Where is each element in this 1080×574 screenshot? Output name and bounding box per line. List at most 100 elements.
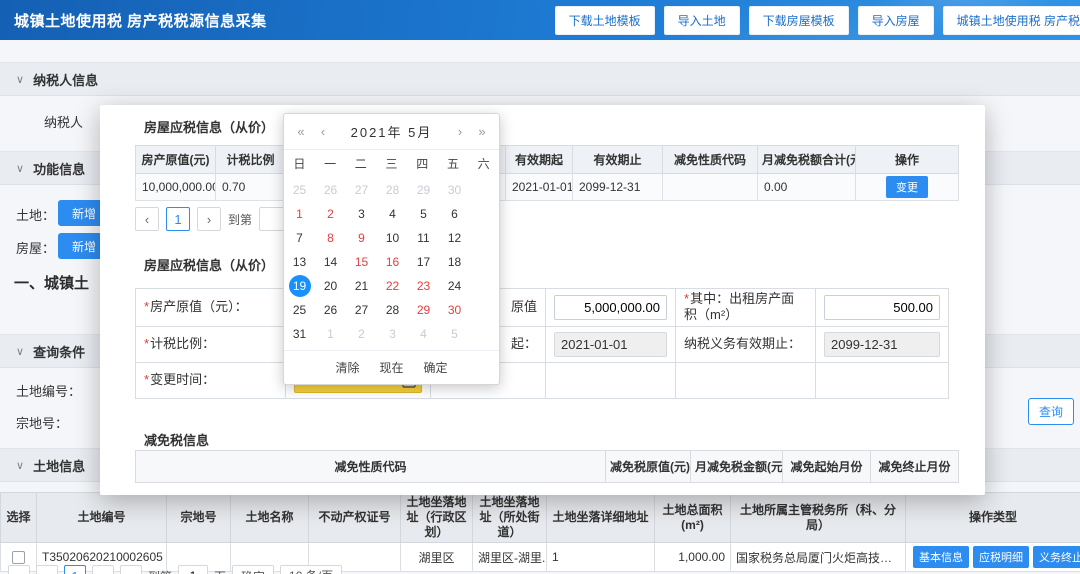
calendar-title[interactable]: 2021年 5月 <box>338 122 445 141</box>
prev-month-button[interactable]: ‹ <box>316 124 330 139</box>
calendar-day[interactable]: 5 <box>408 202 439 226</box>
calendar-day[interactable]: 29 <box>408 298 439 322</box>
app-root: 城镇土地使用税 房产税税源信息采集 下载土地模板 导入土地 下载房屋模板 导入房屋 城镇… <box>0 0 1080 574</box>
rent-value-input[interactable] <box>554 294 667 320</box>
rent-area-input[interactable] <box>824 294 940 320</box>
calendar-day[interactable]: 30 <box>439 298 470 322</box>
calendar-day[interactable]: 16 <box>377 250 408 274</box>
last-page-button[interactable]: » <box>120 565 142 574</box>
calendar-day[interactable]: 15 <box>346 250 377 274</box>
goto-confirm-button[interactable]: 确定 <box>232 565 275 574</box>
calendar-day[interactable]: 3 <box>346 202 377 226</box>
current-page-button[interactable]: 1 <box>166 207 190 231</box>
header-action-button[interactable]: 导入土地 <box>663 5 740 35</box>
row-action-button[interactable]: 应税明细 <box>973 546 1029 568</box>
taxpayer-label: 纳税人 <box>44 115 84 130</box>
row-action-button[interactable]: 基本信息 <box>913 546 969 568</box>
calendar-day[interactable]: 26 <box>315 178 346 202</box>
calendar-day[interactable]: 3 <box>377 322 408 346</box>
per-page-select[interactable]: 10 条/页 <box>280 565 343 574</box>
date-picker-popup: « ‹ 2021年 5月 › » 日一二三四五六 25 26 27 28 29 30 1 2 3… <box>283 113 500 385</box>
cell-valid-end: 2099-12-31 <box>572 173 663 201</box>
calendar-day[interactable]: 24 <box>439 274 470 298</box>
row-action-button[interactable]: 义务终止 <box>1033 546 1080 568</box>
calendar-day[interactable]: 17 <box>408 250 439 274</box>
header-action-button[interactable]: 下载土地模板 <box>554 5 655 35</box>
section-function-label: 功能信息 <box>33 161 86 177</box>
calendar-day[interactable]: 20 <box>315 274 346 298</box>
weekday-label: 五 <box>446 156 459 171</box>
calendar-day[interactable]: 14 <box>315 250 346 274</box>
calendar-day[interactable]: 13 <box>284 250 315 274</box>
calendar-day[interactable]: 22 <box>377 274 408 298</box>
calendar-day[interactable]: 2 <box>315 202 346 226</box>
cell-detail-address: 1 <box>546 542 655 572</box>
calendar-day[interactable]: 10 <box>377 226 408 250</box>
calendar-day[interactable]: 28 <box>377 298 408 322</box>
header-action-button[interactable]: 城镇土地使用税 房产税申报 <box>942 5 1080 35</box>
next-page-button[interactable]: › <box>197 207 221 231</box>
calendar-day[interactable]: 11 <box>408 226 439 250</box>
calendar-day[interactable]: 5 <box>439 322 470 346</box>
calendar-day[interactable]: 29 <box>408 178 439 202</box>
next-page-button[interactable]: › <box>92 565 114 574</box>
list-table-header-cell: 减免性质代码 <box>662 145 758 174</box>
house-tax-form-table: *房产原值（元）： 原值 *其中：出租房产面积（m²） *计税比例： 起： 20… <box>135 288 949 399</box>
header-action-button[interactable]: 导入房屋 <box>857 5 934 35</box>
calendar-day[interactable]: 2 <box>346 322 377 346</box>
calendar-day[interactable]: 4 <box>408 322 439 346</box>
prev-page-button[interactable]: ‹ <box>36 565 58 574</box>
valid-end-label: 纳税义务有效期止： <box>675 325 816 363</box>
next-month-button[interactable]: › <box>453 124 467 139</box>
calendar-day[interactable]: 12 <box>439 226 470 250</box>
calendar-day[interactable]: 1 <box>284 202 315 226</box>
section-taxpayer-info[interactable]: ∨ 纳税人信息 <box>0 62 1080 96</box>
calendar-day[interactable]: 6 <box>439 202 470 226</box>
required-marker: * <box>144 371 150 387</box>
change-button[interactable]: 变更 <box>886 176 928 198</box>
first-page-button[interactable]: « <box>8 565 30 574</box>
calendar-day[interactable]: 1 <box>315 322 346 346</box>
land-table-header-cell: 选择 <box>0 492 37 543</box>
calendar-day[interactable]: 4 <box>377 202 408 226</box>
required-marker: * <box>144 299 150 315</box>
orig-value-label: *房产原值（元）： <box>135 288 286 327</box>
calendar-day[interactable]: 9 <box>346 226 377 250</box>
calendar-day[interactable]: 19 <box>284 274 315 298</box>
list-table-header-cell: 有效期起 <box>505 145 573 174</box>
current-page-button[interactable]: 1 <box>64 565 86 574</box>
cell-total-area: 1,000.00 <box>654 542 731 572</box>
calendar-day[interactable]: 23 <box>408 274 439 298</box>
land-table-header-cell: 土地编号 <box>36 492 167 543</box>
calendar-day[interactable]: 28 <box>377 178 408 202</box>
calendar-day[interactable]: 7 <box>284 226 315 250</box>
list-table-header-cell: 月减免税额合计(元) <box>757 145 856 174</box>
main-section-heading: 一、城镇土 <box>14 275 90 292</box>
calendar-day[interactable]: 26 <box>315 298 346 322</box>
cell-valid-start: 2021-01-01 <box>505 173 573 201</box>
weekday-label: 二 <box>354 156 367 171</box>
cell-tax-ratio: 0.70 <box>215 173 286 201</box>
header-action-button[interactable]: 下载房屋模板 <box>748 5 849 35</box>
calendar-day[interactable]: 30 <box>439 178 470 202</box>
calendar-day[interactable]: 27 <box>346 178 377 202</box>
calendar-footer-button[interactable]: 确定 <box>424 359 448 376</box>
land-table: 选择 土地编号 宗地号 土地名称 不动产权证号 土地坐落地址（行政区划） 土地坐落地址（所处… <box>0 492 1080 572</box>
prev-page-button[interactable]: ‹ <box>135 207 159 231</box>
calendar-footer-button[interactable]: 清除 <box>335 359 359 376</box>
chevron-down-icon: ∨ <box>16 73 25 86</box>
next-year-button[interactable]: » <box>475 124 489 139</box>
prev-year-button[interactable]: « <box>294 124 308 139</box>
calendar-day[interactable]: 25 <box>284 178 315 202</box>
calendar-footer-button[interactable]: 现在 <box>379 359 403 376</box>
land-table-header-cell: 操作类型 <box>905 492 1080 543</box>
calendar-day[interactable]: 31 <box>284 322 315 346</box>
land-label: 土地： <box>16 208 56 223</box>
query-button[interactable]: 查询 <box>1028 398 1074 425</box>
calendar-day[interactable]: 27 <box>346 298 377 322</box>
calendar-day[interactable]: 18 <box>439 250 470 274</box>
goto-page-input[interactable] <box>178 565 209 574</box>
calendar-day[interactable]: 8 <box>315 226 346 250</box>
calendar-day[interactable]: 21 <box>346 274 377 298</box>
calendar-day[interactable]: 25 <box>284 298 315 322</box>
